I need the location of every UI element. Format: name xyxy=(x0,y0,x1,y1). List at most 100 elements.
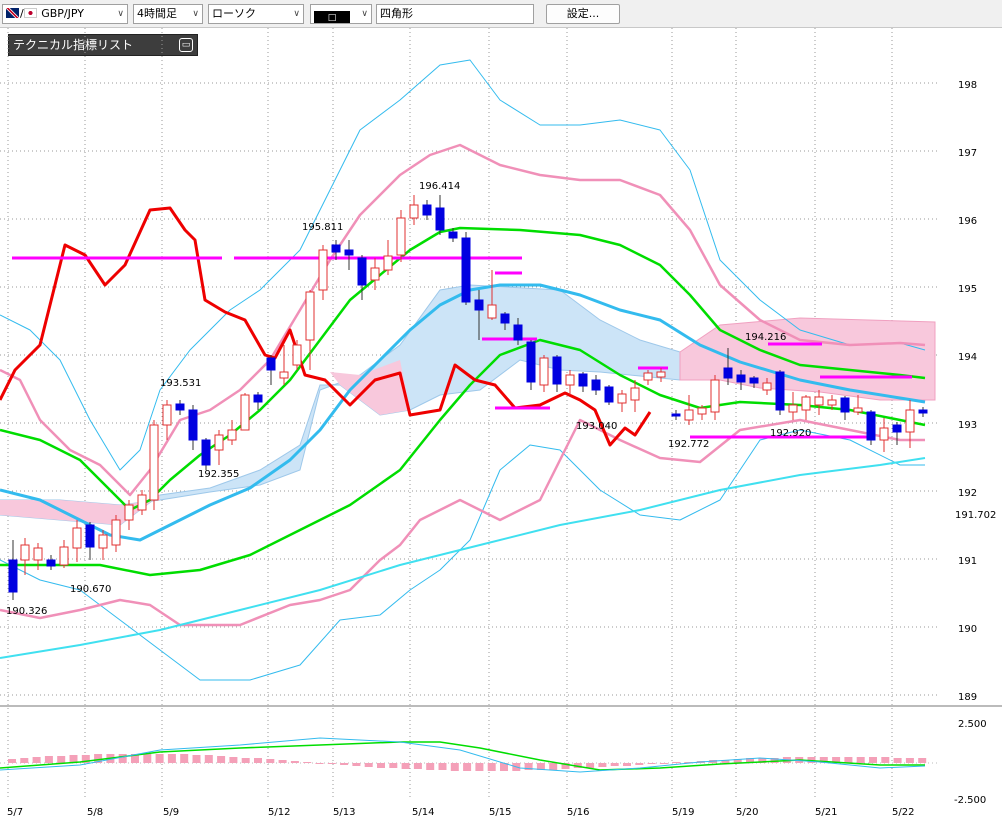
macd-histogram-bar xyxy=(647,763,656,764)
candle-up xyxy=(370,267,380,281)
long-term-average xyxy=(0,457,926,659)
y-tick-label: 194 xyxy=(958,352,977,363)
macd-histogram-bar xyxy=(905,758,914,763)
y-tick-label: 191 xyxy=(958,556,977,567)
macd-histogram-bar xyxy=(340,763,349,765)
y-tick-label: 195 xyxy=(958,284,977,295)
candle-down xyxy=(840,397,850,413)
candle-up xyxy=(279,371,289,379)
macd-histogram-bar xyxy=(143,754,152,763)
candle-up xyxy=(292,344,302,366)
macd-histogram-bar xyxy=(487,763,496,771)
candle-up xyxy=(656,371,666,378)
candle-up xyxy=(788,404,798,413)
price-annotation: 196.414 xyxy=(419,181,460,192)
candle-up xyxy=(240,394,250,431)
symbol-label: GBP/JPY xyxy=(41,7,84,20)
macd-histogram-bar xyxy=(475,763,484,771)
candle-down xyxy=(918,409,928,414)
macd-histogram-bar xyxy=(352,763,361,766)
macd-histogram-bar xyxy=(401,763,410,769)
candle-up xyxy=(162,404,172,426)
candle-down xyxy=(552,356,562,385)
candle-up xyxy=(396,217,406,256)
x-tick-label: 5/16 xyxy=(567,807,589,818)
candle-down xyxy=(500,313,510,324)
settings-button[interactable]: 設定... xyxy=(546,4,620,24)
y-tick-label: 192 xyxy=(958,488,977,499)
price-annotation: 194.216 xyxy=(745,332,786,343)
macd-histogram-bar xyxy=(389,763,398,768)
candle-up xyxy=(801,396,811,411)
candle-down xyxy=(513,324,523,341)
candle-up xyxy=(98,534,108,549)
y-tick-label: 198 xyxy=(958,80,977,91)
y-tick-label: 189 xyxy=(958,692,977,703)
macd-histogram-bar xyxy=(327,763,336,764)
candle-down xyxy=(435,207,445,231)
macd-histogram-bar xyxy=(450,763,459,771)
macd-histogram-bar xyxy=(254,758,262,763)
macd-histogram-bar xyxy=(377,763,385,768)
candle-up xyxy=(214,434,224,451)
chevron-down-icon: ∨ xyxy=(293,9,300,19)
candle-up xyxy=(487,304,497,319)
price-annotation: 190.326 xyxy=(6,606,47,617)
candle-down xyxy=(591,379,601,391)
macd-histogram-bar xyxy=(413,763,422,769)
timeframe-select[interactable]: 4時間足 ∨ xyxy=(133,4,203,24)
candle-down xyxy=(461,237,471,303)
chevron-down-icon: ∨ xyxy=(192,9,199,19)
chart-style-select[interactable]: ローソク ∨ xyxy=(208,4,304,24)
macd-histogram-bar xyxy=(290,761,299,763)
candle-up xyxy=(305,291,315,341)
candle-down xyxy=(749,377,759,384)
shape-label: 四角形 xyxy=(380,7,413,20)
price-chart[interactable]: 198 197 196 195 194 193 192 191 190 189 … xyxy=(0,28,1002,819)
candle-up xyxy=(905,409,915,433)
chart-style-label: ローソク xyxy=(212,7,256,20)
candle-down xyxy=(671,413,681,417)
candle-down xyxy=(201,439,211,466)
macd-histogram-bar xyxy=(118,754,127,763)
price-annotation: 192.920 xyxy=(770,428,811,439)
candle-down xyxy=(604,386,614,403)
macd-histogram-bar xyxy=(623,763,631,766)
macd-histogram-bar xyxy=(204,755,213,763)
symbol-select[interactable]: / GBP/JPY ∨ xyxy=(2,4,128,24)
macd-histogram-bar xyxy=(869,757,877,763)
shape-select[interactable]: 四角形 xyxy=(376,4,534,24)
candle-up xyxy=(137,494,147,511)
macd-histogram-bar xyxy=(659,763,668,764)
candle-down xyxy=(474,299,484,311)
macd-histogram-bar xyxy=(167,754,176,763)
price-annotation: 192.355 xyxy=(198,469,239,480)
price-annotation: 195.811 xyxy=(302,222,343,233)
macd-histogram-bar xyxy=(918,758,927,763)
candle-up xyxy=(33,547,43,561)
candlesticks xyxy=(8,195,928,600)
japan-flag-icon xyxy=(23,8,37,18)
candle-down xyxy=(866,411,876,441)
candle-up xyxy=(318,249,328,291)
macd-tick-label: 2.500 xyxy=(958,719,987,730)
toolbar: / GBP/JPY ∨ 4時間足 ∨ ローソク ∨ □ ∨ 四角形 設定... xyxy=(0,0,1002,28)
candle-down xyxy=(448,231,458,239)
x-tick-label: 5/21 xyxy=(815,807,837,818)
macd-histogram-bar xyxy=(364,763,373,767)
color-select[interactable]: □ ∨ xyxy=(310,4,372,24)
candle-up xyxy=(697,407,707,415)
macd-histogram-bar xyxy=(241,758,250,763)
candle-up xyxy=(72,527,82,549)
candle-up xyxy=(853,407,863,413)
macd-histogram-bar xyxy=(315,763,324,764)
y-tick-label: 197 xyxy=(958,148,977,159)
candle-up xyxy=(20,544,30,561)
timeframe-label: 4時間足 xyxy=(137,7,177,20)
candle-down xyxy=(723,367,733,379)
macd-histogram-bar xyxy=(438,763,447,770)
macd-histogram-bar xyxy=(856,757,865,763)
macd-histogram-bar xyxy=(8,759,16,763)
macd-histogram-bar xyxy=(881,757,890,763)
macd-histogram-bar xyxy=(463,763,472,771)
